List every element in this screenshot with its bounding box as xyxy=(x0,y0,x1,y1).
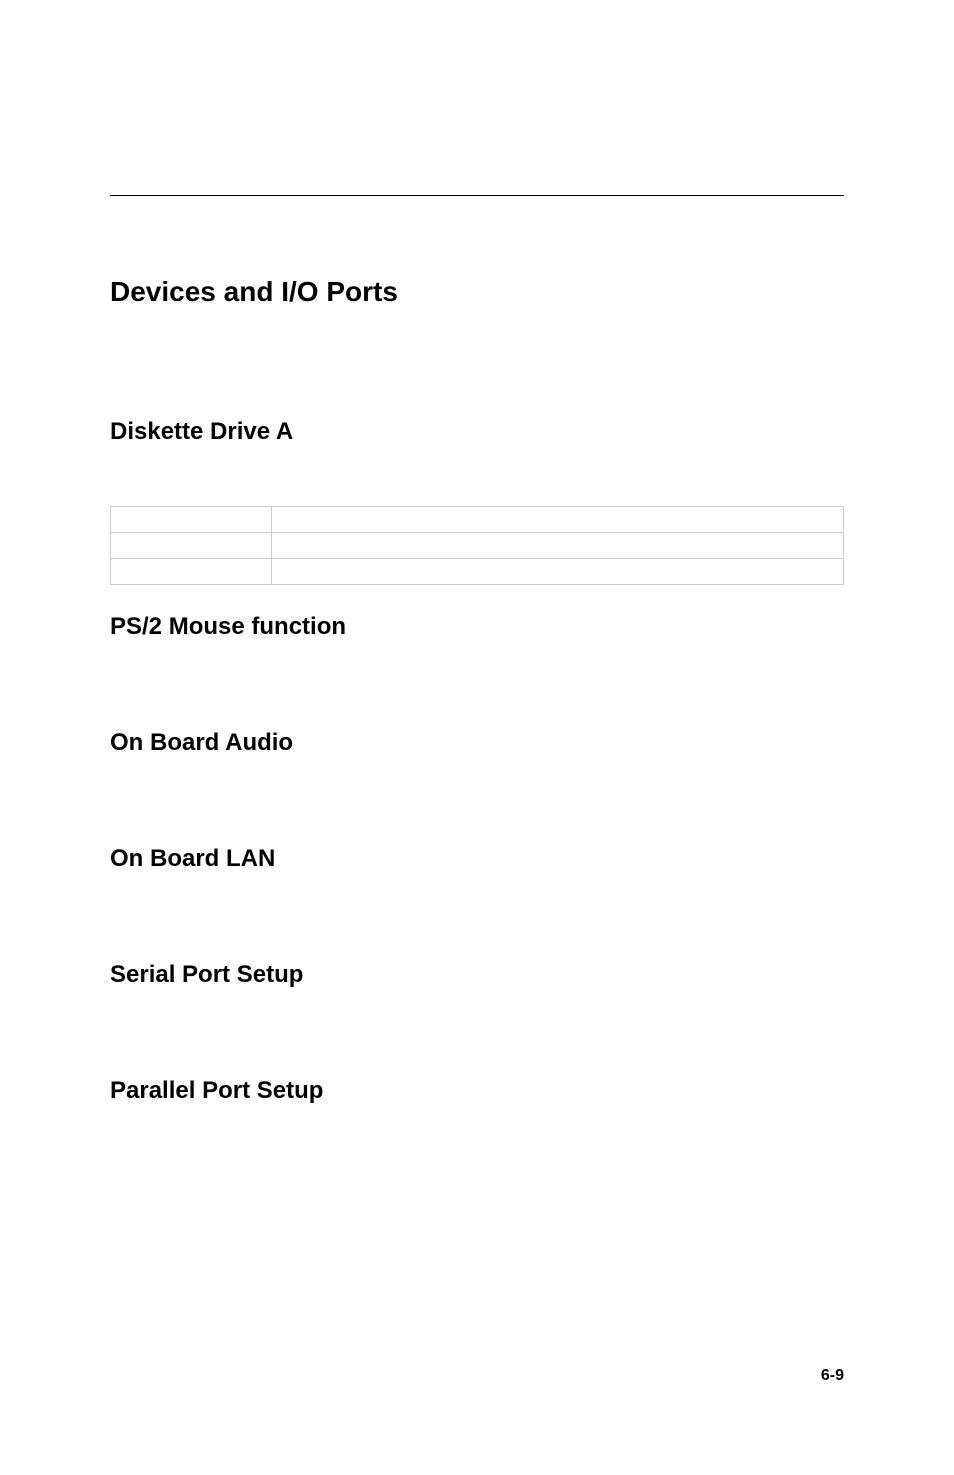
table-cell xyxy=(272,559,844,585)
heading-audio: On Board Audio xyxy=(110,729,844,757)
options-table xyxy=(110,506,844,585)
horizontal-rule xyxy=(110,195,844,196)
heading-diskette: Diskette Drive A xyxy=(110,418,844,446)
heading-ps2: PS/2 Mouse function xyxy=(110,613,844,641)
page-number: 6-9 xyxy=(821,1367,844,1385)
table-cell xyxy=(272,507,844,533)
table-cell xyxy=(111,533,272,559)
page-title: Devices and I/O Ports xyxy=(110,276,844,308)
table-row xyxy=(111,559,844,585)
table-cell xyxy=(111,507,272,533)
table-cell xyxy=(272,533,844,559)
table-row xyxy=(111,533,844,559)
heading-lan: On Board LAN xyxy=(110,845,844,873)
table-cell xyxy=(111,559,272,585)
heading-serial: Serial Port Setup xyxy=(110,961,844,989)
table-row xyxy=(111,507,844,533)
heading-parallel: Parallel Port Setup xyxy=(110,1077,844,1105)
